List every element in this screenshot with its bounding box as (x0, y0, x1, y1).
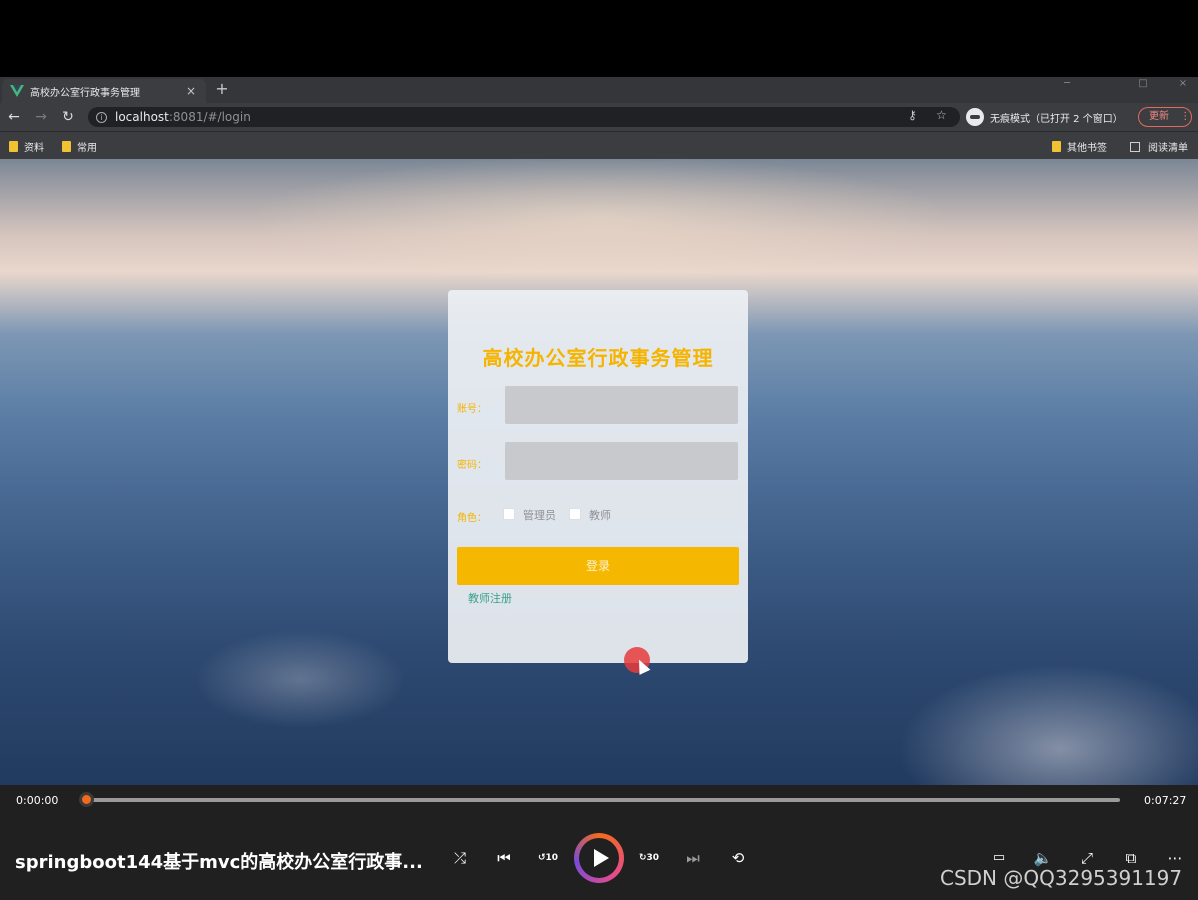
minimize-icon[interactable]: ─ (1056, 78, 1078, 89)
role-radio-teacher[interactable] (569, 508, 581, 520)
skip-forward-seconds: 30 (646, 853, 660, 863)
total-time: 0:07:27 (1144, 794, 1187, 807)
account-input[interactable] (505, 386, 738, 424)
bookmark-label: 常用 (77, 143, 97, 154)
incognito-icon (966, 108, 984, 126)
close-window-icon[interactable]: × (1172, 78, 1194, 89)
current-time: 0:00:00 (16, 794, 59, 807)
role-option-admin: 管理员 (523, 509, 556, 522)
play-icon (594, 849, 609, 867)
login-button[interactable]: 登录 (457, 547, 739, 585)
reading-list-icon (1130, 141, 1140, 152)
seek-bar[interactable] (86, 798, 1120, 802)
skip-back-icon[interactable]: ↺10 (537, 847, 559, 869)
reading-list-label: 阅读清单 (1148, 143, 1188, 154)
new-tab-button[interactable]: + (214, 79, 230, 98)
url-path: :8081/#/login (168, 110, 251, 124)
reload-icon[interactable]: ↻ (59, 108, 77, 126)
vue-logo-icon (10, 85, 24, 97)
bookmarks-bar: 资料 常用 其他书签 阅读清单 (0, 131, 1198, 159)
bookmark-folder-docs[interactable]: 资料 (9, 139, 44, 154)
folder-icon (62, 141, 71, 152)
update-button[interactable]: 更新 ⋮ (1138, 107, 1192, 127)
login-title: 高校办公室行政事务管理 (482, 346, 714, 370)
next-icon[interactable]: ⏭ (682, 847, 704, 869)
maximize-icon[interactable]: □ (1132, 78, 1154, 89)
bookmark-folder-common[interactable]: 常用 (62, 139, 97, 154)
skip-forward-icon[interactable]: ↻30 (638, 847, 660, 869)
skip-back-seconds: 10 (545, 853, 559, 863)
video-title: springboot144基于mvc的高校办公室行政事... (15, 852, 423, 873)
back-arrow-icon[interactable]: ← (5, 108, 23, 126)
incognito-text: 无痕模式（已打开 2 个窗口） (990, 113, 1123, 125)
repeat-off-icon[interactable]: ⟲ (727, 847, 749, 869)
shuffle-icon[interactable]: ⤮ (449, 847, 471, 869)
other-bookmarks-label: 其他书签 (1067, 143, 1107, 154)
bookmark-star-icon[interactable]: ☆ (936, 108, 947, 122)
url-host: localhost (115, 110, 169, 124)
play-button[interactable] (574, 833, 624, 883)
previous-icon[interactable]: ⏮ (493, 847, 515, 869)
play-button-inner (579, 838, 619, 878)
folder-icon (9, 141, 18, 152)
other-bookmarks[interactable]: 其他书签 (1052, 139, 1107, 154)
account-label: 账号： (457, 404, 487, 415)
password-input[interactable] (505, 442, 738, 480)
tab-title: 高校办公室行政事务管理 (30, 87, 140, 99)
teacher-register-link[interactable]: 教师注册 (468, 590, 512, 606)
update-label: 更新 (1149, 111, 1169, 122)
screen: 高校办公室行政事务管理 × + ─ □ × ← → ↻ i localhost … (0, 0, 1198, 900)
bookmark-label: 资料 (24, 143, 44, 154)
tab-close-icon[interactable]: × (184, 84, 198, 98)
role-label: 角色： (457, 513, 487, 524)
browser-menu-icon[interactable]: ⋮ (1180, 111, 1190, 122)
incognito-indicator[interactable]: 无痕模式（已打开 2 个窗口） (966, 107, 1123, 127)
key-icon[interactable]: ⚷ (908, 108, 917, 122)
browser-tab-strip: 高校办公室行政事务管理 × (0, 77, 1198, 103)
browser-tab[interactable]: 高校办公室行政事务管理 × (2, 79, 206, 103)
role-radio-admin[interactable] (503, 508, 515, 520)
role-option-teacher: 教师 (589, 509, 611, 522)
forward-arrow-icon[interactable]: → (32, 108, 50, 126)
login-card: 高校办公室行政事务管理 账号： 密码： 角色： 管理员 教师 登录 教师注册 (448, 290, 748, 663)
browser-toolbar: ← → ↻ i localhost :8081/#/login ⚷ ☆ 无痕模式… (0, 103, 1198, 131)
csdn-watermark: CSDN @QQ3295391197 (940, 866, 1183, 890)
seek-thumb[interactable] (79, 792, 94, 807)
site-info-icon[interactable]: i (96, 111, 107, 123)
address-bar[interactable]: i localhost :8081/#/login (88, 107, 960, 127)
video-player-controls: 0:00:00 0:07:27 springboot144基于mvc的高校办公室… (0, 785, 1198, 900)
page-viewport: 高校办公室行政事务管理 账号： 密码： 角色： 管理员 教师 登录 教师注册 (0, 159, 1198, 785)
folder-icon (1052, 141, 1061, 152)
reading-list[interactable]: 阅读清单 (1130, 139, 1188, 154)
password-label: 密码： (457, 460, 487, 471)
